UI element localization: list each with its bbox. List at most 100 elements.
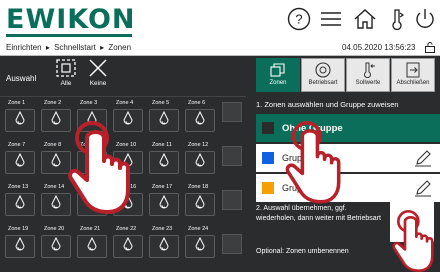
header-bar: EWIKON Einrichten ▸ Schnellstart ▸ Zonen… xyxy=(0,0,440,56)
lock-icon[interactable] xyxy=(424,40,436,53)
zone-button[interactable] xyxy=(77,235,107,258)
zone-tile[interactable]: Zone 20 xyxy=(39,224,73,260)
tab-label: Zonen xyxy=(269,80,287,86)
tab-label: Betriebsart xyxy=(308,80,338,86)
scroll-indicator xyxy=(222,146,242,166)
close-icon xyxy=(89,59,107,77)
zones-icon xyxy=(270,63,285,77)
thermometer-icon[interactable] xyxy=(384,6,410,32)
select-all-icon xyxy=(56,59,76,77)
tab-label: Sollwerte xyxy=(355,80,381,86)
zone-button[interactable] xyxy=(5,109,35,132)
zone-label: Zone 24 xyxy=(188,226,209,232)
zone-button[interactable] xyxy=(185,151,215,174)
zone-button[interactable] xyxy=(149,235,179,258)
zone-label: Zone 19 xyxy=(8,226,29,232)
nozzle-icon xyxy=(194,236,206,256)
zone-tile[interactable]: Zone 24 xyxy=(183,224,217,260)
zone-tile[interactable]: Zone 7 xyxy=(3,140,37,176)
nozzle-icon xyxy=(50,236,62,256)
zone-tile[interactable]: Zone 17 xyxy=(147,182,181,218)
zone-tile[interactable]: Zone 13 xyxy=(3,182,37,218)
zone-tile[interactable]: Zone 6 xyxy=(183,98,217,134)
nozzle-icon xyxy=(158,236,170,256)
tab-zonen[interactable]: Zonen xyxy=(256,58,300,92)
group-color-swatch xyxy=(262,152,274,164)
zone-button[interactable] xyxy=(185,109,215,132)
zone-label: Zone 8 xyxy=(44,142,62,148)
zone-label: Zone 22 xyxy=(116,226,137,232)
zone-button[interactable] xyxy=(185,235,215,258)
zone-button[interactable] xyxy=(149,109,179,132)
breadcrumb: Einrichten ▸ Schnellstart ▸ Zonen xyxy=(6,43,133,52)
zone-tile[interactable]: Zone 18 xyxy=(183,182,217,218)
zone-label: Zone 14 xyxy=(44,184,65,190)
pencil-icon[interactable] xyxy=(414,149,432,167)
wizard-tabs: Zonen Betriebsart Sollwerte Abschließen xyxy=(250,58,440,92)
zone-label: Zone 17 xyxy=(152,184,173,190)
nozzle-icon xyxy=(158,110,170,130)
pencil-icon[interactable] xyxy=(414,179,432,197)
zone-label: Zone 7 xyxy=(8,142,26,148)
power-icon[interactable] xyxy=(412,6,438,32)
help-icon[interactable]: ? xyxy=(286,6,312,32)
zone-tile[interactable]: Zone 5 xyxy=(147,98,181,134)
zone-button[interactable] xyxy=(5,151,35,174)
app-logo: EWIKON xyxy=(6,4,136,35)
nozzle-icon xyxy=(194,152,206,172)
zone-label: Zone 23 xyxy=(152,226,173,232)
zone-label: Zone 6 xyxy=(188,100,206,106)
zone-label: Zone 11 xyxy=(152,142,172,148)
breadcrumb-einrichten[interactable]: Einrichten xyxy=(6,43,42,52)
svg-text:?: ? xyxy=(295,12,302,27)
nozzle-icon xyxy=(14,110,26,130)
exit-icon xyxy=(406,62,420,78)
optional-rename-hint: Optional: Zonen umbenennen xyxy=(256,248,349,255)
zone-tile[interactable]: Zone 1 xyxy=(3,98,37,134)
menu-icon[interactable] xyxy=(318,6,344,32)
nozzle-icon xyxy=(86,236,98,256)
zone-tile[interactable]: Zone 19 xyxy=(3,224,37,260)
tap-hand-icon xyxy=(285,121,341,204)
zone-label: Zone 12 xyxy=(188,142,209,148)
step2-instruction: 2. Auswahl übernehmen, ggf. wiederholen,… xyxy=(256,205,381,222)
zone-button[interactable] xyxy=(149,151,179,174)
zone-button[interactable] xyxy=(5,235,35,258)
zone-label: Zone 3 xyxy=(80,100,98,106)
select-none-button[interactable]: Keine xyxy=(84,58,112,92)
zone-button[interactable] xyxy=(113,235,143,258)
scroll-indicator xyxy=(222,234,242,254)
nozzle-icon xyxy=(14,194,26,214)
tap-hand-icon xyxy=(68,121,130,214)
zone-button[interactable] xyxy=(185,193,215,216)
zone-label: Zone 2 xyxy=(44,100,62,106)
zone-tile[interactable]: Zone 23 xyxy=(147,224,181,260)
zone-scroll-column[interactable] xyxy=(220,96,246,272)
zone-button[interactable] xyxy=(5,193,35,216)
nozzle-icon xyxy=(14,152,26,172)
zone-button[interactable] xyxy=(149,193,179,216)
zone-tile[interactable]: Zone 21 xyxy=(75,224,109,260)
select-none-label: Keine xyxy=(89,80,107,87)
select-all-button[interactable]: Alle xyxy=(52,58,80,92)
zone-label: Zone 13 xyxy=(8,184,29,190)
setpoint-icon xyxy=(364,62,375,78)
tab-betriebsart[interactable]: Betriebsart xyxy=(301,58,345,92)
selection-divider xyxy=(0,96,246,97)
breadcrumb-zonen: Zonen xyxy=(108,43,132,52)
zone-tile[interactable]: Zone 12 xyxy=(183,140,217,176)
tab-sollwerte[interactable]: Sollwerte xyxy=(346,58,390,92)
home-icon[interactable] xyxy=(352,6,378,32)
nozzle-icon xyxy=(50,152,62,172)
tab-abschliessen[interactable]: Abschließen xyxy=(391,58,435,92)
zone-tile[interactable]: Zone 22 xyxy=(111,224,145,260)
zone-tile[interactable]: Zone 11 xyxy=(147,140,181,176)
zone-button[interactable] xyxy=(41,235,71,258)
breadcrumb-separator: ▸ xyxy=(100,43,105,52)
breadcrumb-schnellstart[interactable]: Schnellstart xyxy=(54,43,96,52)
breadcrumb-separator: ▸ xyxy=(45,43,50,52)
nozzle-icon xyxy=(194,194,206,214)
nozzle-icon xyxy=(194,110,206,130)
scroll-indicator xyxy=(222,190,242,210)
nozzle-icon xyxy=(50,110,62,130)
